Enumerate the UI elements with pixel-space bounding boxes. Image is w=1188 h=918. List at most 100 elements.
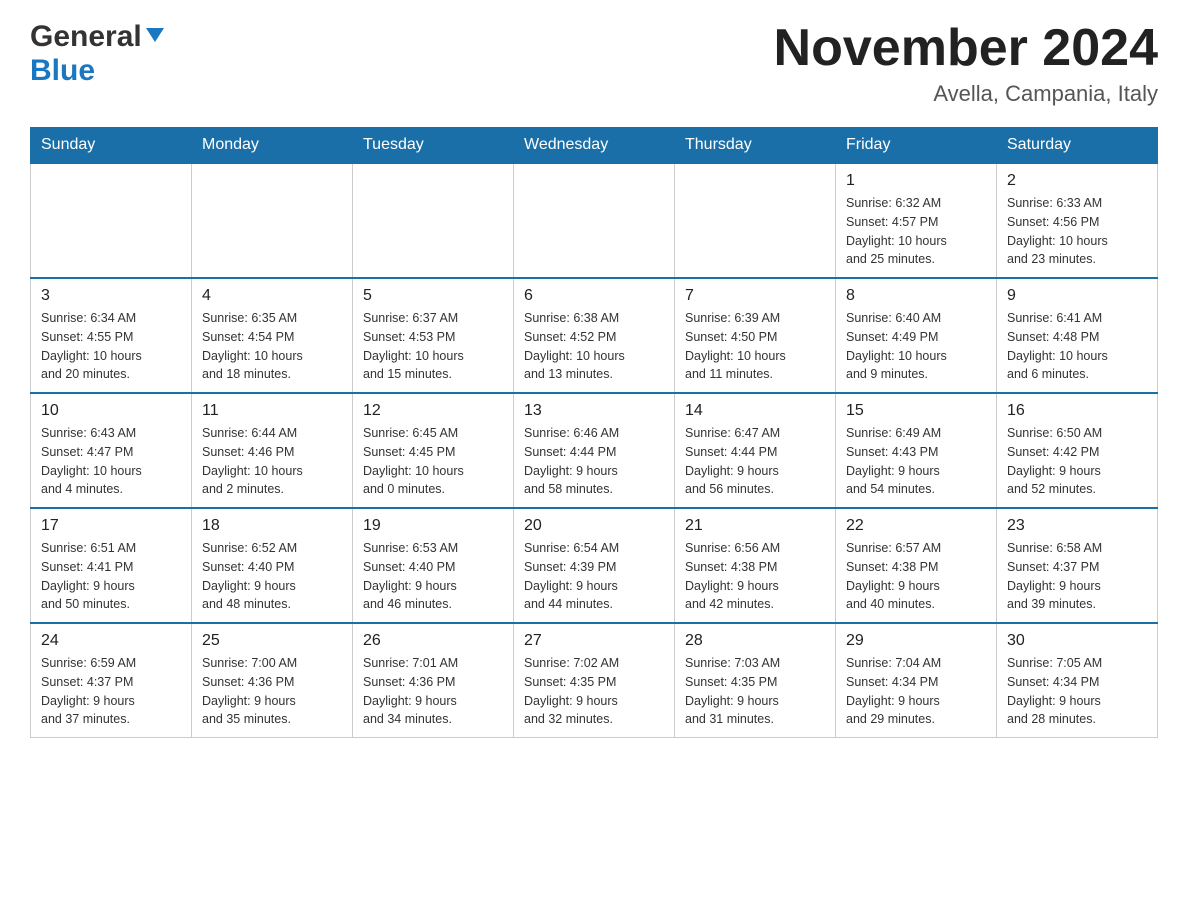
day-cell: 27 Sunrise: 7:02 AMSunset: 4:35 PMDayligh… [514,623,675,738]
day-number: 15 [846,402,986,420]
day-info: Sunrise: 6:34 AMSunset: 4:55 PMDaylight:… [41,309,181,384]
day-cell [31,163,192,278]
day-cell: 10 Sunrise: 6:43 AMSunset: 4:47 PMDayligh… [31,393,192,508]
day-number: 4 [202,287,342,305]
day-cell: 4 Sunrise: 6:35 AMSunset: 4:54 PMDaylight… [192,278,353,393]
day-number: 18 [202,517,342,535]
day-number: 21 [685,517,825,535]
day-number: 23 [1007,517,1147,535]
day-number: 3 [41,287,181,305]
day-info: Sunrise: 6:59 AMSunset: 4:37 PMDaylight:… [41,654,181,729]
day-number: 14 [685,402,825,420]
day-number: 22 [846,517,986,535]
day-number: 26 [363,632,503,650]
day-cell: 29Sunrise: 7:04 AMSunset: 4:34 PMDayligh… [836,623,997,738]
day-cell: 20 Sunrise: 6:54 AMSunset: 4:39 PMDayligh… [514,508,675,623]
day-cell: 25Sunrise: 7:00 AMSunset: 4:36 PMDayligh… [192,623,353,738]
day-info: Sunrise: 6:38 AMSunset: 4:52 PMDaylight:… [524,309,664,384]
day-info: Sunrise: 6:47 AMSunset: 4:44 PMDaylight:… [685,424,825,499]
day-cell: 7 Sunrise: 6:39 AMSunset: 4:50 PMDaylight… [675,278,836,393]
week-row-1: 1 Sunrise: 6:32 AMSunset: 4:57 PMDaylight… [31,163,1158,278]
day-number: 11 [202,402,342,420]
day-cell: 22Sunrise: 6:57 AMSunset: 4:38 PMDayligh… [836,508,997,623]
day-cell: 17 Sunrise: 6:51 AMSunset: 4:41 PMDayligh… [31,508,192,623]
day-info: Sunrise: 7:01 AMSunset: 4:36 PMDaylight:… [363,654,503,729]
day-number: 12 [363,402,503,420]
title-area: November 2024 Avella, Campania, Italy [774,20,1158,107]
day-info: Sunrise: 6:45 AMSunset: 4:45 PMDaylight:… [363,424,503,499]
day-info: Sunrise: 6:51 AMSunset: 4:41 PMDaylight:… [41,539,181,614]
day-header-monday: Monday [192,128,353,164]
days-of-week-row: SundayMondayTuesdayWednesdayThursdayFrid… [31,128,1158,164]
logo-arrow-icon [144,24,166,51]
day-number: 13 [524,402,664,420]
day-cell: 28Sunrise: 7:03 AMSunset: 4:35 PMDayligh… [675,623,836,738]
calendar-table: SundayMondayTuesdayWednesdayThursdayFrid… [30,127,1158,738]
location-title: Avella, Campania, Italy [774,81,1158,107]
day-number: 17 [41,517,181,535]
day-info: Sunrise: 6:33 AMSunset: 4:56 PMDaylight:… [1007,194,1147,269]
day-cell: 11 Sunrise: 6:44 AMSunset: 4:46 PMDayligh… [192,393,353,508]
day-cell: 16 Sunrise: 6:50 AMSunset: 4:42 PMDayligh… [997,393,1158,508]
day-cell: 21 Sunrise: 6:56 AMSunset: 4:38 PMDayligh… [675,508,836,623]
day-number: 6 [524,287,664,305]
day-info: Sunrise: 7:00 AMSunset: 4:36 PMDaylight:… [202,654,342,729]
day-number: 1 [846,172,986,190]
day-cell: 26 Sunrise: 7:01 AMSunset: 4:36 PMDayligh… [353,623,514,738]
day-number: 5 [363,287,503,305]
day-info: Sunrise: 6:53 AMSunset: 4:40 PMDaylight:… [363,539,503,614]
day-cell: 13 Sunrise: 6:46 AMSunset: 4:44 PMDayligh… [514,393,675,508]
day-header-sunday: Sunday [31,128,192,164]
day-number: 9 [1007,287,1147,305]
day-info: Sunrise: 7:05 AMSunset: 4:34 PMDaylight:… [1007,654,1147,729]
day-number: 19 [363,517,503,535]
day-info: Sunrise: 6:37 AMSunset: 4:53 PMDaylight:… [363,309,503,384]
day-number: 28 [685,632,825,650]
day-cell: 15 Sunrise: 6:49 AMSunset: 4:43 PMDayligh… [836,393,997,508]
day-info: Sunrise: 6:54 AMSunset: 4:39 PMDaylight:… [524,539,664,614]
day-cell [192,163,353,278]
day-number: 7 [685,287,825,305]
day-info: Sunrise: 6:40 AMSunset: 4:49 PMDaylight:… [846,309,986,384]
day-info: Sunrise: 6:46 AMSunset: 4:44 PMDaylight:… [524,424,664,499]
day-cell [675,163,836,278]
day-info: Sunrise: 6:52 AMSunset: 4:40 PMDaylight:… [202,539,342,614]
day-number: 16 [1007,402,1147,420]
day-info: Sunrise: 6:43 AMSunset: 4:47 PMDaylight:… [41,424,181,499]
day-info: Sunrise: 6:56 AMSunset: 4:38 PMDaylight:… [685,539,825,614]
day-info: Sunrise: 6:50 AMSunset: 4:42 PMDaylight:… [1007,424,1147,499]
day-header-saturday: Saturday [997,128,1158,164]
day-cell: 8Sunrise: 6:40 AMSunset: 4:49 PMDaylight… [836,278,997,393]
day-info: Sunrise: 6:58 AMSunset: 4:37 PMDaylight:… [1007,539,1147,614]
day-header-wednesday: Wednesday [514,128,675,164]
logo-general-text: General [30,20,142,54]
day-cell [514,163,675,278]
day-info: Sunrise: 6:39 AMSunset: 4:50 PMDaylight:… [685,309,825,384]
day-info: Sunrise: 6:49 AMSunset: 4:43 PMDaylight:… [846,424,986,499]
day-cell: 14 Sunrise: 6:47 AMSunset: 4:44 PMDayligh… [675,393,836,508]
day-cell: 9 Sunrise: 6:41 AMSunset: 4:48 PMDaylight… [997,278,1158,393]
day-info: Sunrise: 6:41 AMSunset: 4:48 PMDaylight:… [1007,309,1147,384]
day-cell: 6 Sunrise: 6:38 AMSunset: 4:52 PMDaylight… [514,278,675,393]
day-info: Sunrise: 6:44 AMSunset: 4:46 PMDaylight:… [202,424,342,499]
day-cell: 30 Sunrise: 7:05 AMSunset: 4:34 PMDayligh… [997,623,1158,738]
day-cell: 5 Sunrise: 6:37 AMSunset: 4:53 PMDaylight… [353,278,514,393]
day-cell: 18 Sunrise: 6:52 AMSunset: 4:40 PMDayligh… [192,508,353,623]
day-number: 10 [41,402,181,420]
day-info: Sunrise: 6:32 AMSunset: 4:57 PMDaylight:… [846,194,986,269]
day-cell: 3 Sunrise: 6:34 AMSunset: 4:55 PMDaylight… [31,278,192,393]
day-number: 30 [1007,632,1147,650]
day-info: Sunrise: 7:02 AMSunset: 4:35 PMDaylight:… [524,654,664,729]
week-row-2: 3 Sunrise: 6:34 AMSunset: 4:55 PMDaylight… [31,278,1158,393]
header: General Blue November 2024 Avella, Campa… [30,20,1158,107]
day-cell: 24 Sunrise: 6:59 AMSunset: 4:37 PMDayligh… [31,623,192,738]
day-number: 27 [524,632,664,650]
day-info: Sunrise: 6:35 AMSunset: 4:54 PMDaylight:… [202,309,342,384]
day-cell: 1 Sunrise: 6:32 AMSunset: 4:57 PMDaylight… [836,163,997,278]
day-info: Sunrise: 7:04 AMSunset: 4:34 PMDaylight:… [846,654,986,729]
day-number: 20 [524,517,664,535]
day-number: 24 [41,632,181,650]
week-row-3: 10 Sunrise: 6:43 AMSunset: 4:47 PMDayligh… [31,393,1158,508]
day-cell: 23 Sunrise: 6:58 AMSunset: 4:37 PMDayligh… [997,508,1158,623]
week-row-5: 24 Sunrise: 6:59 AMSunset: 4:37 PMDayligh… [31,623,1158,738]
